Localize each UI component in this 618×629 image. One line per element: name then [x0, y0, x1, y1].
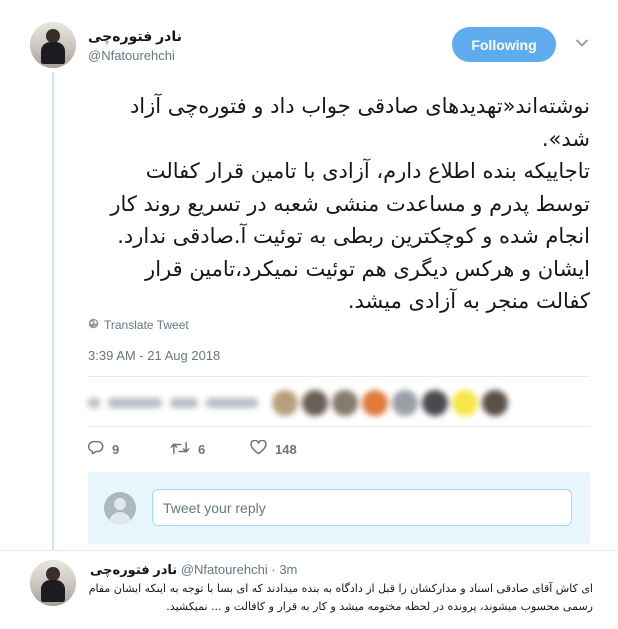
stat-bar: [88, 398, 100, 408]
tweet-text-line: توسط پدرم و مساعدت منشی شعبه در تسریع رو…: [110, 191, 590, 216]
reply-author-avatar[interactable]: [30, 560, 76, 606]
stat-bar: [108, 398, 162, 408]
retweet-count: 6: [198, 441, 206, 457]
stat-bar: [206, 398, 258, 408]
tweet-text-line: انجام شده و کوچکترین ربطی به توئیت آ.صاد…: [117, 224, 590, 248]
author-display-name[interactable]: نادر فتوره‌چی: [88, 28, 182, 45]
reply-icon: [88, 440, 104, 458]
divider: [88, 426, 590, 427]
heart-icon: [250, 439, 267, 458]
liker-avatar: [482, 390, 508, 416]
divider: [0, 550, 618, 551]
tweet-text-line: کفالت منجر به آزادی میشد.: [347, 289, 590, 313]
tweet-text-line: تاجاییکه بنده اطلاع دارم، آزادی با تامین…: [145, 159, 590, 183]
tweet-text: نوشته‌اند«تهدیدهای صادقی جواب داد و فتور…: [85, 90, 590, 318]
reply-time[interactable]: 3m: [279, 562, 297, 577]
translate-tweet-link[interactable]: Translate Tweet: [88, 318, 189, 332]
reply-input[interactable]: [152, 489, 572, 526]
liker-avatar: [422, 390, 448, 416]
like-action[interactable]: 148: [250, 439, 297, 458]
chevron-down-icon[interactable]: [572, 33, 592, 53]
reply-action[interactable]: 9: [88, 440, 170, 458]
reply-count: 9: [112, 441, 120, 457]
globe-icon: [88, 318, 99, 332]
liker-avatar: [332, 390, 358, 416]
stat-bar: [170, 398, 198, 408]
liker-avatar: [362, 390, 388, 416]
tweet-timestamp[interactable]: 3:39 AM - 21 Aug 2018: [88, 348, 220, 363]
liker-avatar: [302, 390, 328, 416]
tweet-actions: 9 6 148: [88, 438, 297, 460]
tweet-text-line: ایشان و هرکس دیگری هم توئیت نمیکرد،تامین…: [145, 256, 590, 281]
liker-avatar: [392, 390, 418, 416]
liker-avatar: [272, 390, 298, 416]
translate-tweet-label: Translate Tweet: [104, 318, 189, 332]
liker-avatar: [452, 390, 478, 416]
reply-text-line: رسمی محسوب میشوند، پرونده در لحظه مختومه…: [166, 600, 593, 613]
retweet-icon: [170, 441, 190, 458]
engagement-stats-blurred: [88, 388, 512, 418]
divider: [88, 376, 590, 377]
retweet-action[interactable]: 6: [170, 441, 250, 458]
like-count: 148: [275, 441, 297, 457]
reply-tweet-text: ای کاش آقای صادقی اسناد و مدارکشان را قب…: [88, 580, 593, 616]
reply-author-display-name[interactable]: نادر فتوره‌چی: [90, 562, 177, 577]
reply-header: نادر فتوره‌چی @Nfatourehchi · 3m: [90, 562, 297, 578]
reply-text-line: ای کاش آقای صادقی اسناد و مدارکشان را قب…: [88, 582, 593, 595]
following-button[interactable]: Following: [452, 27, 556, 62]
current-user-avatar: [104, 492, 136, 524]
thread-connector-line: [52, 72, 54, 550]
reply-author-handle[interactable]: @Nfatourehchi: [181, 562, 268, 577]
tweet-text-line: نوشته‌اند«تهدیدهای صادقی جواب داد و فتور…: [129, 94, 590, 118]
reply-separator: ·: [271, 562, 276, 577]
reply-composer: [88, 472, 590, 544]
author-avatar[interactable]: [30, 22, 76, 68]
tweet-text-line: شد».: [541, 126, 590, 151]
author-handle[interactable]: @Nfatourehchi: [88, 48, 175, 63]
